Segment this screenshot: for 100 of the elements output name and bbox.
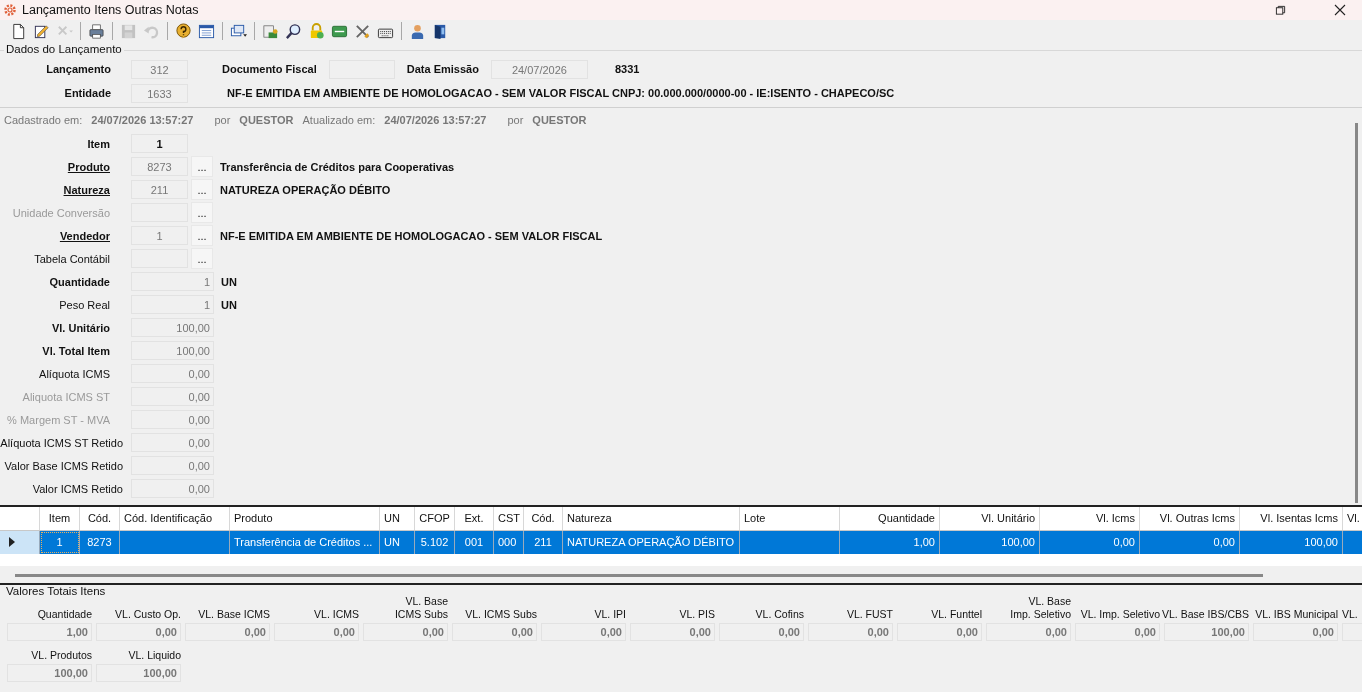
input-field[interactable]: 312 [131,59,188,79]
total-label: VL. Liquido [127,648,181,662]
field-description: Transferência de Créditos para Cooperativas [220,160,455,173]
lookup-button[interactable]: ... [191,156,213,177]
total-field[interactable]: 0,00 [986,623,1071,641]
column-header[interactable]: Cód. [524,507,563,530]
input-field[interactable]: 0,00 [131,433,214,452]
column-header[interactable]: Natureza [563,507,740,530]
column-header[interactable]: Ext. [455,507,494,530]
input-field[interactable]: 1 [131,226,188,245]
total-field[interactable]: 0,00 [452,623,537,641]
window-title: Lançamento Itens Outras Notas [22,3,199,17]
total-label: VL. FUST [845,607,893,621]
user-icon[interactable] [409,22,426,40]
tools-icon[interactable] [354,22,371,40]
input-field[interactable]: 0,00 [131,479,214,498]
column-header[interactable]: Produto [230,507,380,530]
field-description: NATUREZA OPERAÇÃO DÉBITO [220,183,391,196]
audit-text: QUESTOR [532,114,587,128]
table-row[interactable]: 1 8273 Transferência de Créditos ... UN 5.102 001 000 211 NATUREZA OPERAÇÃO DÉBITO 1,00 100,00 0,00 0,00 100,00 [0,531,1362,554]
total-field[interactable]: 0,00 [96,623,181,641]
column-header[interactable]: Cód. [80,507,120,530]
total-field[interactable]: 0,00 [808,623,893,641]
audit-text: 24/07/2026 13:57:27 [384,114,487,128]
input-field[interactable]: 0,00 [131,364,214,383]
field-label[interactable]: Produto [0,160,110,173]
total-field[interactable]: 0,00 [630,623,715,641]
column-header[interactable]: Vl. Outras Icms [1140,507,1240,530]
column-header[interactable]: Cód. Identificação [120,507,230,530]
input-field[interactable]: 211 [131,180,188,199]
total-field[interactable]: 100,00 [96,664,181,682]
column-header[interactable]: Vl. Isentas Icms [1240,507,1343,530]
column-header[interactable]: Vl. Unitário [940,507,1040,530]
column-header[interactable]: CST [494,507,524,530]
unit-label: UN [221,298,237,311]
field-description: NF-E EMITIDA EM AMBIENTE DE HOMOLOGACAO - SEM VALOR FISCAL [220,229,603,242]
input-field[interactable]: 1 [131,272,214,291]
total-field[interactable]: 0,00 [1075,623,1160,641]
total-field[interactable]: 0,00 [363,623,448,641]
edit-icon[interactable] [33,22,50,40]
field-label: Peso Real [58,298,110,311]
total-field[interactable]: 1,00 [7,623,92,641]
field-label: Tabela Contábil [33,252,110,265]
field-label[interactable]: Vendedor [0,229,110,242]
total-label: VL. Base ICMS Subs [393,595,448,621]
total-label: VL. Produtos [30,648,92,662]
field-label: Alíquota ICMS [38,367,110,380]
total-field[interactable]: 100,00 [1164,623,1249,641]
scrollbar[interactable] [15,574,1263,577]
column-header[interactable]: CFOP [415,507,455,530]
input-field[interactable]: 1 [131,295,214,314]
total-field[interactable]: 0,00 [1253,623,1338,641]
input-field[interactable]: 100,00 [131,341,214,360]
total-label: VL. IBS Municipal [1254,607,1338,621]
column-header[interactable]: UN [380,507,415,530]
audit-text: 24/07/2026 13:57:27 [91,114,194,128]
lookup-button[interactable]: ... [191,225,213,246]
help-icon[interactable] [175,22,192,40]
audit-text: Cadastrado em: [4,114,83,128]
input-field[interactable]: 1633 [131,83,188,103]
total-label: VL. [1342,607,1359,621]
form-icon[interactable] [198,22,215,40]
input-field[interactable]: 100,00 [131,318,214,337]
field-label: Unidade Conversão [11,206,110,219]
group-title: Valores Totais Itens [5,585,107,597]
total-field[interactable]: 0,00 [897,623,982,641]
report-icon[interactable] [262,22,279,40]
input-field[interactable]: 0,00 [131,456,214,475]
document-number: 8331 [614,63,640,75]
total-field[interactable]: 0,00 [541,623,626,641]
print-icon[interactable] [88,22,105,40]
total-label: VL. Base IBS/CBS [1164,607,1249,621]
input-field[interactable]: 24/07/2026 [490,59,588,79]
column-header[interactable]: Quantidade [840,507,940,530]
total-label: Quantidade [36,607,92,621]
new-document-icon[interactable] [10,22,27,40]
column-header[interactable]: Lote [740,507,840,530]
total-field[interactable]: 100,00 [7,664,92,682]
audit-text: por [214,114,231,128]
input-field[interactable]: 1 [131,134,188,153]
field-label: Vl. Unitário [50,321,110,334]
lookup-button[interactable]: ... [191,179,213,200]
search-icon[interactable] [285,22,302,40]
total-field[interactable]: 0,00 [719,623,804,641]
total-label: VL. Cofins [754,607,804,621]
total-label: VL. ICMS Subs [464,607,537,621]
input-field[interactable]: 8273 [131,157,188,176]
column-header[interactable]: Vl. Icms [1040,507,1140,530]
column-header[interactable]: Item [40,507,80,530]
total-label: VL. PIS [678,607,715,621]
field-label: Aliquota ICMS ST [21,390,110,403]
field-label[interactable]: Natureza [0,183,110,196]
total-field[interactable]: 0,00 [274,623,359,641]
entity-description: NF-E EMITIDA EM AMBIENTE DE HOMOLOGACAO - SEM VALOR FISCAL CNPJ: 00.000.000/0000-00 - IE:ISENTO - CHAPECO/SC [227,87,895,99]
field-label: Data Emissão [406,63,479,75]
total-field[interactable]: 0,00 [185,623,270,641]
restore-icon[interactable] [1275,4,1286,16]
close-icon[interactable] [1334,4,1346,16]
lookup-button[interactable]: ... [191,248,213,269]
column-header[interactable]: Vl. [1343,507,1362,530]
